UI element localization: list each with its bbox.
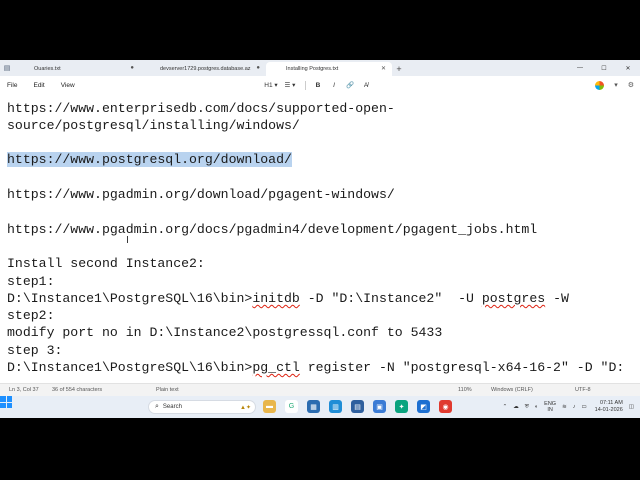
app-icon[interactable]: ◩ [417,400,430,413]
cmd-middle: -D "D:\Instance2" -U [299,291,482,306]
windows-start-icon[interactable] [0,396,12,408]
battery-icon[interactable]: ▭ [581,404,586,410]
chevron-up-icon[interactable]: ⌃ [503,404,508,410]
menu-bar: File Edit View H1 ▾ ☰ ▾ B I 🔗 A̸ ▾ ⚙ [0,76,640,94]
taskbar-search[interactable]: ⌕ Search ▲✦ [148,400,256,414]
cmd-suffix: -W [545,291,569,306]
formatting-toolbar: H1 ▾ ☰ ▾ B I 🔗 A̸ [263,76,374,94]
divider [305,80,306,90]
link-icon[interactable]: 🔗 [342,81,358,89]
cloud-icon[interactable]: ☁ [513,404,519,410]
italic-button[interactable]: I [326,82,342,89]
app-icon[interactable]: ▦ [307,400,320,413]
maximize-button[interactable]: ☐ [592,65,616,72]
text-cursor-icon: I [126,235,129,246]
text-line-selected: https://www.postgresql.org/download/ [7,151,292,168]
zoom-level[interactable]: 110% [458,387,472,393]
app-icon[interactable]: ▣ [373,400,386,413]
text-line: modify port no in D:\Instance2\postgress… [7,325,443,340]
file-format: Plain text [156,387,179,393]
language-indicator[interactable]: ENG IN [544,401,556,413]
close-tab-icon[interactable]: ✕ [381,65,386,72]
text-editor[interactable]: https://www.enterprisedb.com/docs/suppor… [0,94,640,408]
close-tab-icon[interactable]: ● [256,65,260,71]
heading-dropdown[interactable]: H1 ▾ [263,81,279,89]
character-count: 36 of 554 characters [52,387,103,393]
cursor-position: Ln 3, Col 37 [9,387,39,393]
close-window-button[interactable]: ✕ [616,65,640,72]
encoding[interactable]: UTF-8 [575,387,591,393]
notepad-icon: ▤ [3,65,11,72]
search-placeholder: Search [162,404,182,410]
cmd-prefix: D:\Instance1\PostgreSQL\16\bin> [7,360,253,375]
status-bar: Ln 3, Col 37 36 of 554 characters Plain … [0,383,640,396]
tab-installing-postgres[interactable]: Installing Postgres.txt ✕ [266,62,392,76]
minimize-button[interactable]: — [568,65,592,71]
misspelled-word: postgres [481,291,546,306]
shield-icon[interactable]: ⛨ [525,404,529,411]
tab-label: Ouaries.txt [34,66,61,72]
cmd-prefix: D:\Instance1\PostgreSQL\16\bin> [7,291,253,306]
bold-button[interactable]: B [310,82,326,89]
text-line-cmd1: D:\Instance1\PostgreSQL\16\bin>initdb -D… [7,290,569,307]
copilot-dropdown-icon[interactable]: ▾ [614,81,618,89]
tab-bar: ▤ Ouaries.txt ● devserver1729.postgres.d… [0,60,640,76]
text-line: step1: [7,274,55,289]
app-tray-icon[interactable]: ◐ [535,404,538,410]
tab-label: devserver1729.postgres.database.az [160,66,251,72]
tab-label: Installing Postgres.txt [286,66,339,72]
file-explorer-icon[interactable]: ▬ [263,400,276,413]
list-dropdown[interactable]: ☰ ▾ [279,81,301,89]
misspelled-word: pg_ctl [252,360,300,375]
chrome-icon[interactable]: G [285,400,298,413]
text-line: https://www.pgadmin.org/download/pgagent… [7,187,395,202]
text-line: https://www.pgadmin.org/docs/pgadmin4/de… [7,222,538,237]
region-code: IN [547,407,553,413]
selected-text: https://www.postgresql.org/download/ [7,152,292,167]
text-line: https://www.enterprisedb.com/docs/suppor… [7,101,395,116]
app-icon[interactable]: ▤ [351,400,364,413]
time: 07:11 AM [599,400,623,406]
close-tab-icon[interactable]: ● [130,65,134,71]
text-line: step 3: [7,343,63,358]
system-tray: ⌃ ☁ ⛨ ◐ ENG IN ≋ ♪ ▭ 07:11 AM 14-01-2026 ◫ [497,396,634,418]
text-line: source/postgresql/installing/windows/ [7,118,300,133]
copilot-icon[interactable] [595,80,605,90]
search-highlight-icon: ▲✦ [240,404,251,411]
menu-view[interactable]: View [61,82,75,89]
app-icon[interactable]: ✦ [395,400,408,413]
text-line: Install second Instance2: [7,256,205,271]
chrome-icon[interactable]: ◉ [439,400,452,413]
menu-edit[interactable]: Edit [33,82,44,89]
text-line-cmd2: D:\Instance1\PostgreSQL\16\bin>pg_ctl re… [7,359,624,376]
clock[interactable]: 07:11 AM 14-01-2026 [595,400,623,414]
notification-icon[interactable]: ◫ [629,404,634,410]
settings-gear-icon[interactable]: ⚙ [628,81,634,89]
taskbar: ⌕ Search ▲✦ ▬ G ▦ ▥ ▤ ▣ ✦ ◩ ◉ ⌃ ☁ ⛨ ◐ EN… [0,396,640,418]
line-ending[interactable]: Windows (CRLF) [491,387,533,393]
volume-icon[interactable]: ♪ [573,404,576,410]
misspelled-word: initdb [252,291,300,306]
text-line: step2: [7,308,55,323]
cmd-suffix: register -N "postgresql-x64-16-2" -D "D: [299,360,625,375]
search-icon: ⌕ [155,403,159,410]
tab-ouaries[interactable]: Ouaries.txt ● [14,62,140,76]
date: 14-01-2026 [594,407,623,413]
tab-devserver[interactable]: devserver1729.postgres.database.az ● [140,62,266,76]
notepad-window: ▤ Ouaries.txt ● devserver1729.postgres.d… [0,60,640,418]
menu-file[interactable]: File [7,82,17,89]
wifi-icon[interactable]: ≋ [562,404,567,410]
app-icon[interactable]: ▥ [329,400,342,413]
new-tab-button[interactable]: + [392,62,406,76]
clear-formatting-icon[interactable]: A̸ [358,82,374,89]
